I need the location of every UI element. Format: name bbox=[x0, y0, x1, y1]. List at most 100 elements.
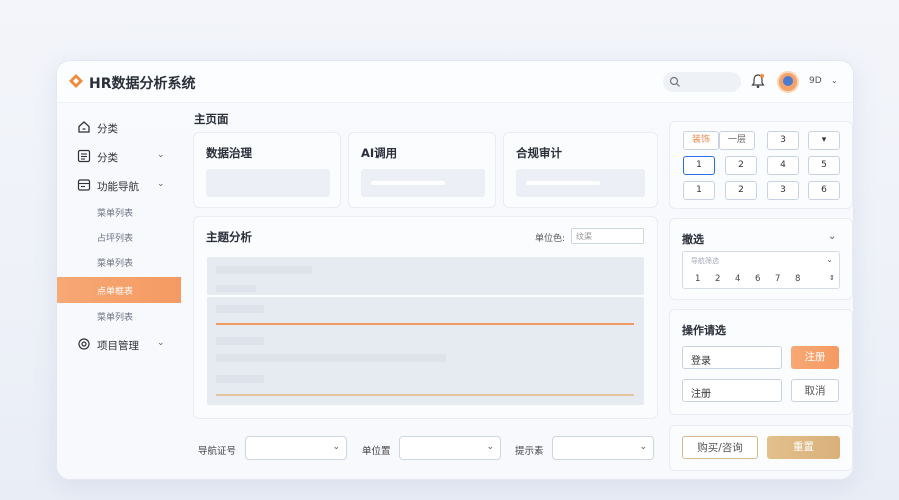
chevron-down-icon: ⌄ bbox=[639, 442, 647, 452]
login-field[interactable]: 登录 bbox=[682, 346, 782, 369]
sidebar-subitem[interactable]: 菜单列表 bbox=[97, 206, 133, 219]
chip[interactable]: 2 bbox=[725, 156, 757, 175]
chevron-down-icon: ⌄ bbox=[157, 179, 165, 189]
placeholder-block bbox=[207, 257, 644, 295]
user-name[interactable]: 9D bbox=[809, 76, 822, 86]
card-data-governance[interactable]: 数据治理 bbox=[193, 132, 341, 208]
top-bar: HR数据分析系统 9D ⌄ bbox=[57, 61, 853, 103]
chevron-down-icon[interactable]: ⌄ bbox=[828, 231, 836, 242]
chevron-down-icon: ⌄ bbox=[157, 338, 165, 348]
operation-title: 操作请选 bbox=[682, 324, 726, 337]
logo-icon bbox=[69, 74, 83, 88]
unit-color-select[interactable]: 纹渠 ⌄ bbox=[571, 228, 644, 244]
filter-number[interactable]: 8 bbox=[795, 274, 800, 284]
register-button[interactable]: 注册 bbox=[791, 346, 839, 369]
hint-label: 提示素 bbox=[515, 446, 544, 457]
chevron-down-icon: ⌄ bbox=[157, 150, 165, 160]
chip-dropdown[interactable]: ▾ bbox=[808, 131, 840, 150]
analysis-title: 主题分析 bbox=[206, 230, 252, 244]
filter-select[interactable]: 导航筛选 ⌄ 1 2 4 6 7 8 ⇕ bbox=[682, 251, 840, 289]
chip[interactable]: 5 bbox=[808, 156, 840, 175]
cancel-button[interactable]: 取消 bbox=[791, 379, 839, 402]
filter-number[interactable]: 1 bbox=[695, 274, 700, 284]
home-icon bbox=[78, 121, 90, 133]
list-icon bbox=[77, 149, 91, 163]
chip[interactable]: 3 bbox=[767, 131, 799, 150]
sidebar-subitem-active[interactable]: 点单框表 bbox=[57, 277, 181, 303]
placeholder-bar bbox=[216, 337, 264, 345]
chevron-down-icon: ⌄ bbox=[332, 442, 340, 452]
menu-box-icon bbox=[77, 179, 91, 191]
card-compliance-audit[interactable]: 合规审计 bbox=[503, 132, 658, 208]
login-value: 登录 bbox=[691, 356, 711, 367]
operation-panel: 操作请选 登录 注册 注册 取消 bbox=[669, 309, 853, 415]
chip[interactable]: 1 bbox=[683, 181, 715, 200]
unit-color-value: 纹渠 bbox=[576, 232, 592, 241]
filter-placeholder: 导航筛选 bbox=[691, 257, 719, 265]
chip-floor[interactable]: 一层 bbox=[719, 131, 755, 150]
chevron-down-icon: ⌄ bbox=[486, 442, 494, 452]
analysis-panel: 主题分析 单位色: 纹渠 ⌄ bbox=[193, 216, 658, 419]
chevron-down-icon: ⌄ bbox=[826, 255, 833, 264]
register-value: 注册 bbox=[691, 389, 711, 400]
action-panel: 购买/咨询 重置 bbox=[669, 425, 853, 471]
bell-icon[interactable] bbox=[751, 73, 765, 89]
filter-number[interactable]: 2 bbox=[715, 274, 720, 284]
card-placeholder bbox=[516, 169, 645, 197]
chip[interactable]: 6 bbox=[808, 181, 840, 200]
stepper-icon[interactable]: ⇕ bbox=[829, 274, 835, 282]
placeholder-bar bbox=[216, 266, 312, 274]
filter-title: 撤选 bbox=[682, 233, 704, 246]
sidebar: 分类 分类 ⌄ 功能导航 ⌄ 菜单列表 占坪列表 菜单列表 点单框表 菜单列表 … bbox=[57, 103, 181, 479]
avatar[interactable] bbox=[777, 71, 799, 93]
unit-color-label: 单位色: bbox=[535, 234, 566, 244]
placeholder-bar bbox=[216, 375, 264, 383]
chip[interactable]: 3 bbox=[767, 181, 799, 200]
gear-icon bbox=[78, 338, 90, 350]
card-placeholder bbox=[206, 169, 330, 197]
sidebar-item-label: 分类 bbox=[97, 123, 118, 135]
card-title: AI调用 bbox=[361, 146, 398, 160]
filter-panel: 撤选 ⌄ 导航筛选 ⌄ 1 2 4 6 7 8 ⇕ bbox=[669, 218, 853, 300]
register-field[interactable]: 注册 bbox=[682, 379, 782, 402]
search-input[interactable] bbox=[663, 72, 741, 92]
app-title: HR数据分析系统 bbox=[89, 76, 196, 92]
sidebar-subitem[interactable]: 菜单列表 bbox=[97, 256, 133, 269]
buy-consult-button[interactable]: 购买/咨询 bbox=[682, 436, 758, 459]
sidebar-subitem[interactable]: 菜单列表 bbox=[97, 310, 133, 323]
placeholder-bar bbox=[216, 305, 264, 313]
placeholder-bar bbox=[216, 285, 256, 292]
placeholder-block bbox=[207, 297, 644, 405]
hint-select[interactable]: ⌄ bbox=[552, 436, 654, 460]
sidebar-item-label: 分类 bbox=[97, 152, 118, 164]
unit-position-select[interactable]: ⌄ bbox=[399, 436, 501, 460]
chip-decor[interactable]: 装饰 bbox=[683, 131, 719, 150]
sidebar-item-category[interactable]: 分类 bbox=[57, 115, 181, 139]
sidebar-item-category-2[interactable]: 分类 ⌄ bbox=[57, 144, 181, 168]
app-window: HR数据分析系统 9D ⌄ 分类 分类 ⌄ 功能导航 ⌄ 菜单列表 占坪列表 菜… bbox=[56, 60, 854, 480]
card-title: 合规审计 bbox=[516, 146, 562, 160]
sidebar-item-nav[interactable]: 功能导航 ⌄ bbox=[57, 173, 181, 197]
reset-button[interactable]: 重置 bbox=[767, 436, 840, 459]
nav-id-select[interactable]: ⌄ bbox=[245, 436, 347, 460]
sidebar-item-label: 功能导航 bbox=[97, 181, 139, 193]
chip[interactable]: 1 bbox=[683, 156, 715, 175]
chevron-down-icon[interactable]: ⌄ bbox=[831, 76, 838, 85]
unit-position-label: 单位置 bbox=[362, 446, 391, 457]
sidebar-item-label: 项目管理 bbox=[97, 340, 139, 352]
nav-id-label: 导航证号 bbox=[198, 446, 237, 457]
trend-line bbox=[216, 323, 634, 325]
placeholder-bar bbox=[216, 354, 446, 362]
card-title: 数据治理 bbox=[206, 146, 252, 160]
filter-number[interactable]: 4 bbox=[735, 274, 740, 284]
chip-panel: 装饰 一层 3 ▾ 1 2 4 5 1 2 3 6 bbox=[669, 121, 853, 209]
sidebar-item-project[interactable]: 项目管理 ⌄ bbox=[57, 332, 181, 356]
filter-number[interactable]: 7 bbox=[775, 274, 780, 284]
card-ai-call[interactable]: AI调用 bbox=[348, 132, 496, 208]
trend-line bbox=[216, 394, 634, 396]
chip[interactable]: 4 bbox=[767, 156, 799, 175]
filter-number[interactable]: 6 bbox=[755, 274, 760, 284]
chip[interactable]: 2 bbox=[725, 181, 757, 200]
card-placeholder bbox=[361, 169, 485, 197]
sidebar-subitem[interactable]: 占坪列表 bbox=[97, 231, 133, 244]
